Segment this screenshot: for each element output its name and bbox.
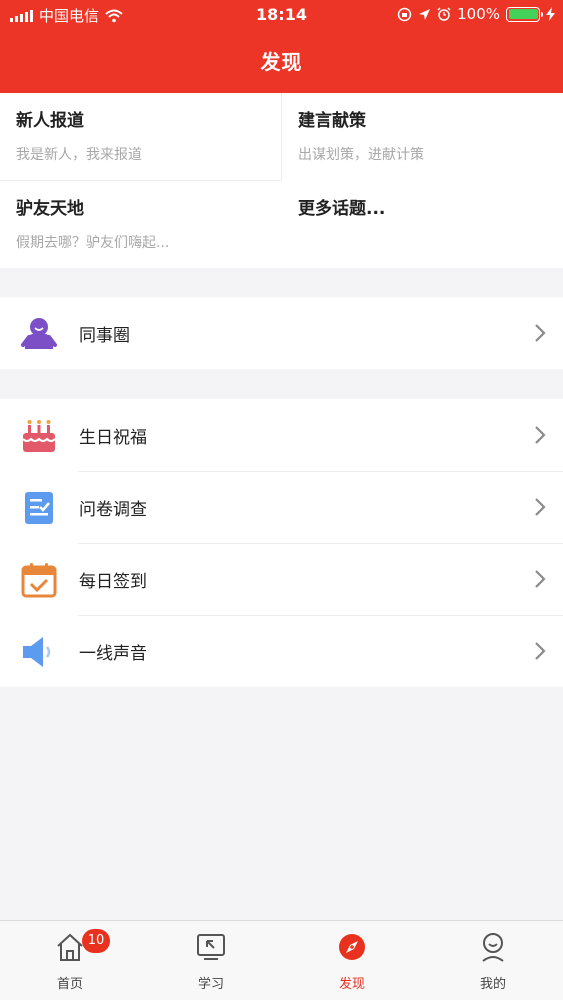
survey-icon: [25, 492, 53, 524]
battery-percent: 100%: [457, 5, 500, 23]
topic-title: 更多话题...: [298, 199, 386, 219]
birthday-cake-icon: [22, 420, 56, 452]
chevron-right-icon: [535, 642, 546, 660]
chevron-right-icon: [535, 324, 546, 342]
topic-newcomer[interactable]: 新人报道 我是新人，我来报道: [0, 93, 281, 180]
speaker-icon: [23, 637, 51, 667]
study-icon: [197, 934, 225, 960]
chevron-right-icon: [535, 426, 546, 444]
list-item-label: 每日签到: [79, 571, 147, 592]
list-group-social: 同事圈: [0, 297, 563, 369]
location-icon: [419, 8, 431, 20]
profile-icon: [482, 933, 504, 962]
list-item-colleague-circle[interactable]: 同事圈: [0, 297, 563, 369]
topic-travel[interactable]: 驴友天地 假期去哪？驴友们嗨起...: [0, 181, 281, 268]
topic-subtitle: 假期去哪？驴友们嗨起...: [16, 235, 170, 251]
home-icon: [57, 933, 83, 961]
tab-discover[interactable]: 发现: [282, 921, 422, 1000]
tab-profile[interactable]: 我的: [423, 921, 563, 1000]
tab-label: 我的: [479, 977, 506, 992]
list-item-checkin[interactable]: 每日签到: [0, 543, 563, 615]
discover-icon: [339, 934, 365, 960]
tab-label: 学习: [197, 977, 224, 992]
list-item-birthday[interactable]: 生日祝福: [0, 399, 563, 471]
list-item-survey[interactable]: 问卷调查: [0, 471, 563, 543]
topic-title: 建言献策: [298, 111, 366, 131]
topic-title: 新人报道: [16, 111, 84, 131]
topic-grid: 新人报道 我是新人，我来报道 建言献策 出谋划策，进献计策 驴友天地 假期去哪？…: [0, 93, 563, 268]
list-item-label: 同事圈: [79, 325, 130, 346]
list-item-frontline-voice[interactable]: 一线声音: [0, 615, 563, 687]
battery-icon: [506, 6, 543, 22]
app-header: 中国电信 18:14 100% 发现: [0, 0, 563, 93]
charging-icon: [546, 7, 555, 21]
tab-label: 首页: [56, 977, 83, 992]
topic-subtitle: 出谋划策，进献计策: [298, 147, 424, 163]
tab-bar: 10 首页 学习 发现 我的: [0, 920, 563, 1000]
colleague-circle-icon: [21, 318, 57, 349]
status-bar: 中国电信 18:14 100%: [0, 0, 563, 30]
topic-subtitle: 我是新人，我来报道: [16, 147, 142, 163]
list-item-label: 一线声音: [79, 643, 147, 664]
chevron-right-icon: [535, 570, 546, 588]
divider: [0, 180, 281, 181]
orientation-lock-icon: [397, 7, 412, 21]
notification-badge: 10: [82, 929, 110, 953]
topic-more[interactable]: 更多话题...: [282, 181, 563, 268]
page-title: 发现: [260, 50, 303, 74]
tab-home[interactable]: 10 首页: [0, 921, 140, 1000]
list-item-label: 问卷调查: [79, 499, 147, 520]
list-item-label: 生日祝福: [79, 427, 147, 448]
chevron-right-icon: [535, 498, 546, 516]
topic-suggestions[interactable]: 建言献策 出谋划策，进献计策: [282, 93, 563, 180]
alarm-icon: [437, 7, 451, 21]
divider: [281, 93, 282, 180]
tab-label: 发现: [338, 977, 365, 992]
tab-study[interactable]: 学习: [141, 921, 281, 1000]
calendar-checkin-icon: [21, 563, 57, 598]
list-group-activities: 生日祝福 问卷调查 每日签到 一线声音: [0, 399, 563, 687]
topic-title: 驴友天地: [16, 199, 84, 219]
